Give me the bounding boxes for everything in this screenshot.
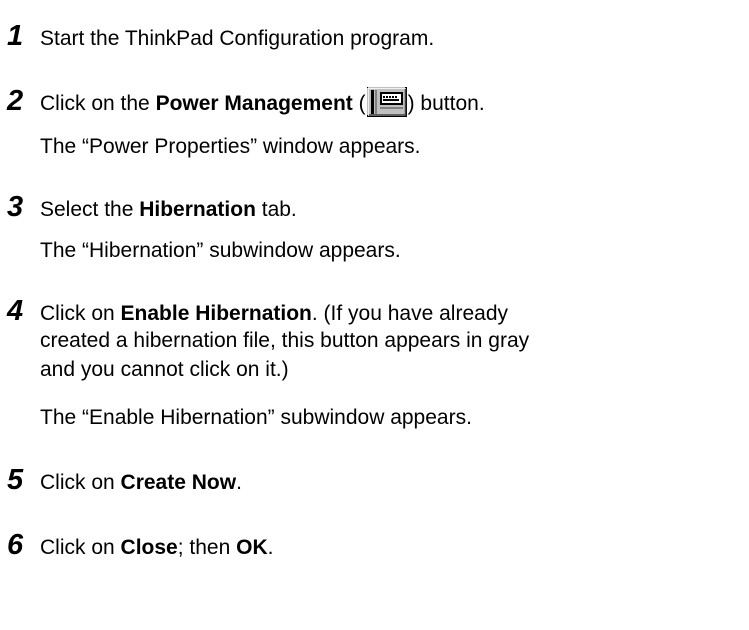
step-text-plain: Start the ThinkPad Configuration program…: [40, 27, 435, 50]
step-text-paren-open: (: [352, 92, 366, 115]
step-text-bold: OK: [236, 536, 268, 559]
step-text-pre: Select the: [40, 198, 140, 221]
step-text: Click on the Power Management () button…: [40, 87, 485, 118]
step-text-pre: Click on: [40, 536, 121, 559]
step-text-line: created a hibernation file, this button …: [40, 329, 530, 352]
step-text-pre: Click on: [40, 302, 121, 325]
step-1: 1 Start the ThinkPad Configuration progr…: [0, 22, 749, 53]
instruction-document: 1 Start the ThinkPad Configuration progr…: [0, 0, 749, 630]
step-text: Click on Enable Hibernation. (If you hav…: [40, 299, 508, 328]
step-text: Start the ThinkPad Configuration program…: [40, 24, 434, 53]
step-2: 2 Click on the Power Management () butt…: [0, 85, 749, 159]
step-result: The “Hibernation” subwindow appears.: [40, 239, 401, 262]
step-text-post: .: [236, 471, 242, 494]
step-6: 6 Click on Close; then OK.: [0, 531, 749, 562]
step-number: 3: [7, 191, 24, 223]
step-text-bold: Enable Hibernation: [120, 302, 312, 325]
step-text: Click on Create Now.: [40, 468, 242, 497]
step-number: 2: [7, 85, 24, 117]
step-4: 4 Click on Enable Hibernation. (If you h…: [0, 295, 749, 430]
step-text-bold: Power Management: [155, 92, 353, 115]
step-text-post: .: [267, 536, 274, 559]
power-management-icon: [366, 87, 407, 117]
step-text-post: tab.: [255, 198, 297, 221]
step-text-pre: Click on: [40, 471, 121, 494]
step-text-paren-close: ) button.: [407, 92, 485, 115]
step-text-mid: ; then: [177, 536, 237, 559]
step-number: 5: [7, 464, 24, 496]
step-number: 1: [7, 20, 24, 52]
step-number: 6: [7, 529, 24, 561]
step-text: Select the Hibernation tab.: [40, 195, 297, 224]
step-text-pre: Click on the: [40, 92, 156, 115]
step-text-continuation: created a hibernation file, this button …: [40, 326, 745, 384]
step-text-bold: Close: [120, 536, 178, 559]
step-number: 4: [7, 295, 24, 327]
step-5: 5 Click on Create Now.: [0, 466, 749, 497]
step-text-line: and you cannot click on it.): [40, 358, 289, 381]
step-text-bold: Hibernation: [139, 198, 256, 221]
step-3: 3 Select the Hibernation tab. The “Hiber…: [0, 191, 749, 263]
step-result: The “Power Properties” window appears.: [40, 135, 421, 158]
step-result: The “Enable Hibernation” subwindow appea…: [40, 406, 472, 429]
step-text-bold: Create Now: [120, 471, 237, 494]
step-text-post: . (If you have already: [311, 302, 508, 325]
step-text: Click on Close; then OK.: [40, 533, 273, 562]
